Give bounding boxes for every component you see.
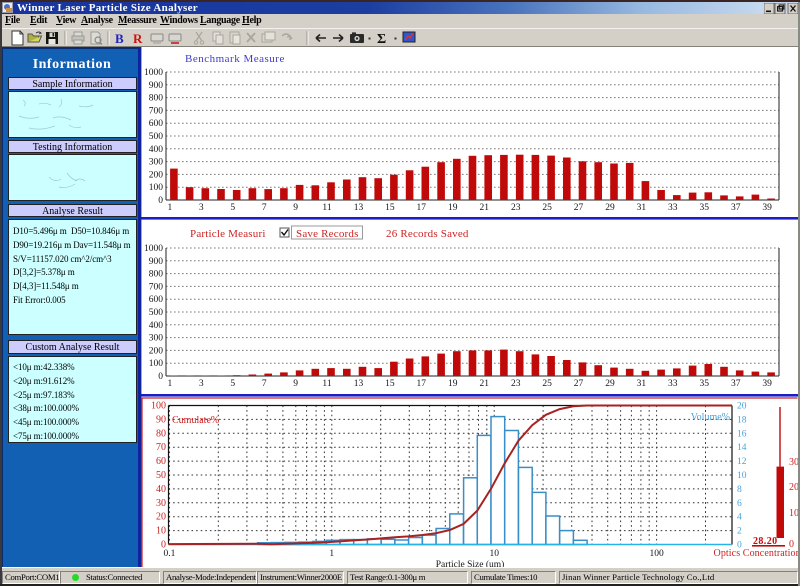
svg-text:17: 17 [417, 379, 427, 389]
svg-text:10: 10 [156, 526, 166, 537]
svg-text:500: 500 [149, 132, 164, 142]
svg-text:39: 39 [762, 379, 772, 389]
svg-text:Volume%: Volume% [691, 412, 730, 423]
svg-text:16: 16 [737, 429, 747, 439]
svg-text:11: 11 [322, 203, 331, 213]
svg-text:10: 10 [737, 471, 747, 481]
svg-text:7: 7 [262, 203, 267, 213]
svg-text:39: 39 [762, 203, 772, 213]
svg-text:33: 33 [668, 203, 678, 213]
svg-text:1: 1 [168, 203, 173, 213]
svg-text:31: 31 [637, 379, 647, 389]
svg-text:600: 600 [149, 295, 164, 305]
svg-text:29: 29 [605, 203, 615, 213]
svg-text:100: 100 [149, 359, 164, 369]
svg-text:0: 0 [158, 196, 163, 206]
svg-text:25: 25 [542, 203, 552, 213]
svg-text:19: 19 [448, 203, 458, 213]
svg-text:27: 27 [574, 379, 584, 389]
svg-text:5: 5 [230, 379, 235, 389]
svg-text:35: 35 [700, 203, 710, 213]
svg-text:15: 15 [385, 203, 395, 213]
svg-text:Particle Measuri: Particle Measuri [190, 228, 266, 240]
svg-text:200: 200 [149, 346, 164, 356]
svg-text:37: 37 [731, 379, 741, 389]
svg-text:700: 700 [149, 106, 164, 116]
svg-text:10: 10 [489, 549, 499, 559]
svg-text:3: 3 [199, 379, 204, 389]
svg-text:21: 21 [479, 203, 489, 213]
svg-text:21: 21 [479, 379, 489, 389]
svg-text:35: 35 [700, 379, 710, 389]
svg-text:500: 500 [149, 308, 164, 318]
svg-text:1000: 1000 [144, 244, 163, 254]
svg-text:300: 300 [149, 158, 164, 168]
svg-text:20: 20 [156, 512, 166, 523]
svg-text:3: 3 [199, 203, 204, 213]
svg-text:100: 100 [151, 401, 166, 412]
svg-text:80: 80 [156, 428, 166, 439]
svg-text:400: 400 [149, 145, 164, 155]
svg-text:70: 70 [156, 442, 166, 453]
svg-text:31: 31 [637, 203, 647, 213]
svg-text:1000: 1000 [144, 68, 163, 78]
svg-text:900: 900 [149, 257, 164, 267]
svg-text:800: 800 [149, 94, 164, 104]
svg-text:33: 33 [668, 379, 678, 389]
svg-text:Benchmark Measure: Benchmark Measure [185, 53, 285, 65]
svg-text:400: 400 [149, 321, 164, 331]
svg-text:0.1: 0.1 [163, 549, 175, 559]
svg-text:5: 5 [230, 203, 235, 213]
svg-text:29: 29 [605, 379, 615, 389]
svg-text:7: 7 [262, 379, 267, 389]
svg-text:18: 18 [737, 415, 747, 425]
svg-text:8: 8 [737, 485, 742, 495]
svg-text:900: 900 [149, 81, 164, 91]
svg-text:Save Records: Save Records [296, 228, 359, 240]
svg-text:37: 37 [731, 203, 741, 213]
svg-text:9: 9 [293, 379, 298, 389]
svg-text:30: 30 [156, 498, 166, 509]
svg-text:600: 600 [149, 119, 164, 129]
svg-text:700: 700 [149, 282, 164, 292]
svg-text:9: 9 [293, 203, 298, 213]
svg-text:25: 25 [542, 379, 552, 389]
svg-text:15: 15 [385, 379, 395, 389]
svg-text:12: 12 [737, 457, 747, 467]
svg-text:60: 60 [156, 456, 166, 467]
svg-text:2: 2 [737, 527, 742, 537]
svg-text:27: 27 [574, 203, 584, 213]
svg-text:300: 300 [149, 334, 164, 344]
svg-text:1: 1 [329, 549, 334, 559]
svg-text:14: 14 [737, 443, 747, 453]
svg-text:1: 1 [168, 379, 173, 389]
svg-text:800: 800 [149, 270, 164, 280]
svg-text:19: 19 [448, 379, 458, 389]
svg-text:6: 6 [737, 499, 742, 509]
svg-text:17: 17 [417, 203, 427, 213]
svg-text:13: 13 [354, 379, 364, 389]
svg-text:11: 11 [322, 379, 331, 389]
svg-text:Cumulate%: Cumulate% [172, 415, 219, 426]
svg-text:100: 100 [649, 549, 664, 559]
svg-text:Optics Concentration: Optics Concentration [714, 548, 800, 559]
svg-text:13: 13 [354, 203, 364, 213]
svg-text:50: 50 [156, 470, 166, 481]
svg-text:20: 20 [737, 402, 747, 412]
svg-text:100: 100 [149, 183, 164, 193]
svg-text:4: 4 [737, 513, 742, 523]
svg-text:26 Records Saved: 26 Records Saved [386, 228, 469, 240]
svg-text:0: 0 [158, 372, 163, 382]
svg-text:200: 200 [149, 170, 164, 180]
svg-text:40: 40 [156, 484, 166, 495]
svg-text:90: 90 [156, 414, 166, 425]
svg-text:23: 23 [511, 379, 521, 389]
svg-text:23: 23 [511, 203, 521, 213]
